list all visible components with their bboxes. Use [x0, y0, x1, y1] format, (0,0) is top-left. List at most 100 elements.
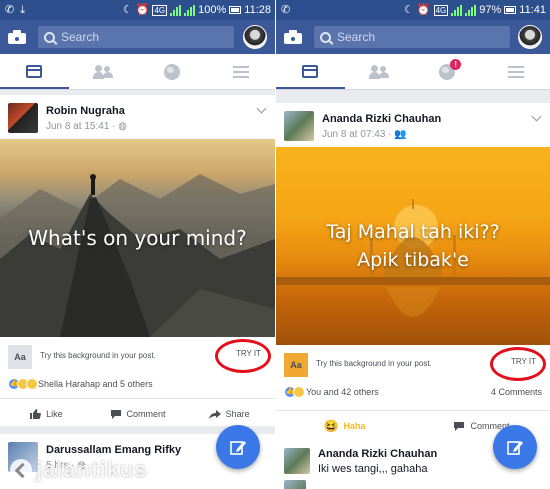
- signal-icon-right-2: [465, 4, 477, 16]
- watermark: jalantikus: [10, 457, 147, 483]
- search-box-right[interactable]: [314, 26, 510, 48]
- tab-news-feed-right[interactable]: [276, 54, 345, 89]
- moon-icon: ☾: [122, 4, 133, 16]
- profile-avatar-right[interactable]: [518, 25, 542, 49]
- commenter-name[interactable]: Ananda Rizki Chauhan: [318, 448, 437, 460]
- search-icon-right: [320, 31, 331, 43]
- tab-bar-right: !: [276, 54, 550, 90]
- notification-badge: !: [450, 59, 462, 70]
- post-actions: Like Comment Share: [0, 398, 275, 428]
- camera-icon-right[interactable]: [284, 30, 302, 44]
- whatsapp-icon-right: ✆: [281, 4, 291, 16]
- wow-reaction-icon: [26, 378, 38, 390]
- news-feed-icon: [26, 65, 43, 78]
- post-card: Robin Nugraha Jun 8 at 15:41 · ◍ What's …: [0, 95, 275, 426]
- watermark-text: jalantikus: [36, 457, 148, 482]
- search-input[interactable]: [61, 30, 221, 44]
- like-label: Like: [46, 408, 63, 419]
- post-card-right: Ananda Rizki Chauhan Jun 8 at 07:43 · 👥: [276, 103, 550, 410]
- compose-button-right[interactable]: [493, 425, 537, 469]
- friends-icon-right: [368, 64, 389, 79]
- search-input-right[interactable]: [337, 30, 497, 44]
- tab-notifications[interactable]: [138, 54, 207, 89]
- share-button[interactable]: Share: [183, 399, 275, 428]
- battery-percent: 100%: [198, 4, 227, 16]
- news-feed-icon-right: [302, 65, 319, 78]
- comment-icon-right: [454, 421, 465, 431]
- tab-menu-right[interactable]: [482, 54, 550, 89]
- post-text-line-2: Apik tibak'e: [357, 249, 469, 271]
- menu-icon-right: [507, 65, 524, 78]
- haha-icon: 😆: [323, 418, 339, 433]
- commenter-avatar-2[interactable]: [284, 480, 306, 489]
- commenter-avatar[interactable]: [284, 448, 310, 474]
- reaction-summary[interactable]: 👍 Shella Harahap and 5 others: [0, 375, 275, 395]
- post-time: Jun 8 at 15:41 ·: [46, 121, 119, 132]
- tab-notifications-right[interactable]: !: [413, 54, 482, 89]
- try-it-button[interactable]: TRY IT: [236, 349, 261, 358]
- author-name[interactable]: Robin Nugraha: [46, 105, 125, 117]
- friends-audience-icon: 👥: [394, 129, 407, 140]
- post-meta: Jun 8 at 15:41 · ◍: [46, 121, 127, 132]
- author-avatar-right[interactable]: [284, 111, 314, 141]
- signal-icon-2: [184, 4, 196, 16]
- post-header-right: Ananda Rizki Chauhan Jun 8 at 07:43 · 👥: [276, 103, 550, 147]
- comment-icon: [110, 409, 121, 419]
- whatsapp-icon: ✆: [5, 4, 15, 16]
- try-background-text-right: Try this background in your post.: [316, 359, 432, 368]
- profile-avatar[interactable]: [243, 25, 267, 49]
- globe-icon: [163, 63, 180, 80]
- signal-icon-right: [451, 4, 463, 16]
- status-bar: ✆ ⤓ ☾ ⏰ 4G 100% 11:28: [0, 0, 275, 20]
- tab-news-feed[interactable]: [0, 54, 69, 89]
- reaction-summary-right[interactable]: 👍 You and 42 others 4 Comments: [276, 383, 550, 403]
- menu-icon: [232, 65, 249, 78]
- tab-friends-right[interactable]: [345, 54, 414, 89]
- try-it-button-right[interactable]: TRY IT: [511, 357, 536, 366]
- search-box[interactable]: [38, 26, 234, 48]
- comments-count[interactable]: 4 Comments: [491, 387, 542, 397]
- like-icon: [30, 408, 42, 419]
- text-background-icon-right: Aa: [284, 353, 308, 377]
- like-button[interactable]: Like: [0, 399, 92, 428]
- post-meta-right: Jun 8 at 07:43 · 👥: [322, 129, 407, 140]
- haha-label: Haha: [343, 420, 366, 431]
- post-text-line-1: Taj Mahal tah iki??: [326, 221, 500, 243]
- alarm-icon-right: ⏰: [416, 4, 431, 16]
- clock: 11:28: [244, 4, 271, 16]
- moon-icon-right: ☾: [404, 4, 414, 16]
- chevron-down-icon-right[interactable]: [531, 111, 542, 122]
- globe-audience-icon: ◍: [118, 121, 128, 132]
- tab-friends[interactable]: [69, 54, 138, 89]
- chevron-down-icon[interactable]: [256, 103, 267, 114]
- author-name-2[interactable]: Darussallam Emang Rifky: [46, 444, 181, 456]
- top-bar-right: [276, 20, 550, 54]
- haha-button[interactable]: 😆 Haha: [276, 411, 413, 440]
- comment-button[interactable]: Comment: [92, 399, 184, 428]
- left-screenshot: ✆ ⤓ ☾ ⏰ 4G 100% 11:28 Search Robin Nugra…: [0, 0, 275, 489]
- try-background-text: Try this background in your post.: [40, 351, 156, 360]
- post-header: Robin Nugraha Jun 8 at 15:41 · ◍: [0, 95, 275, 139]
- alarm-icon: ⏰: [135, 4, 150, 16]
- search-icon: [44, 31, 55, 43]
- background-post-text: What's on your mind?: [28, 226, 247, 250]
- signal-icon: [170, 4, 182, 16]
- battery-percent-right: 97%: [479, 4, 502, 16]
- post-time-right: Jun 8 at 07:43 ·: [322, 129, 395, 140]
- tab-menu[interactable]: [206, 54, 275, 89]
- author-avatar[interactable]: [8, 103, 38, 133]
- compose-button[interactable]: [216, 425, 260, 469]
- tab-bar: [0, 54, 275, 90]
- text-background-icon: Aa: [8, 345, 32, 369]
- battery-icon-right: [504, 6, 517, 14]
- camera-icon[interactable]: [8, 30, 26, 44]
- status-bar-right: ✆ ☾ ⏰ 4G 97% 11:41: [276, 0, 550, 20]
- compose-icon: [230, 441, 246, 455]
- author-name-right[interactable]: Ananda Rizki Chauhan: [322, 113, 441, 125]
- comment-label: Comment: [126, 408, 166, 419]
- comment-text: Iki wes tangi,,, gahaha: [318, 463, 428, 475]
- download-icon: ⤓: [20, 4, 26, 16]
- watermark-logo-icon: [10, 459, 32, 481]
- battery-icon: [229, 6, 242, 14]
- share-icon: [208, 409, 221, 419]
